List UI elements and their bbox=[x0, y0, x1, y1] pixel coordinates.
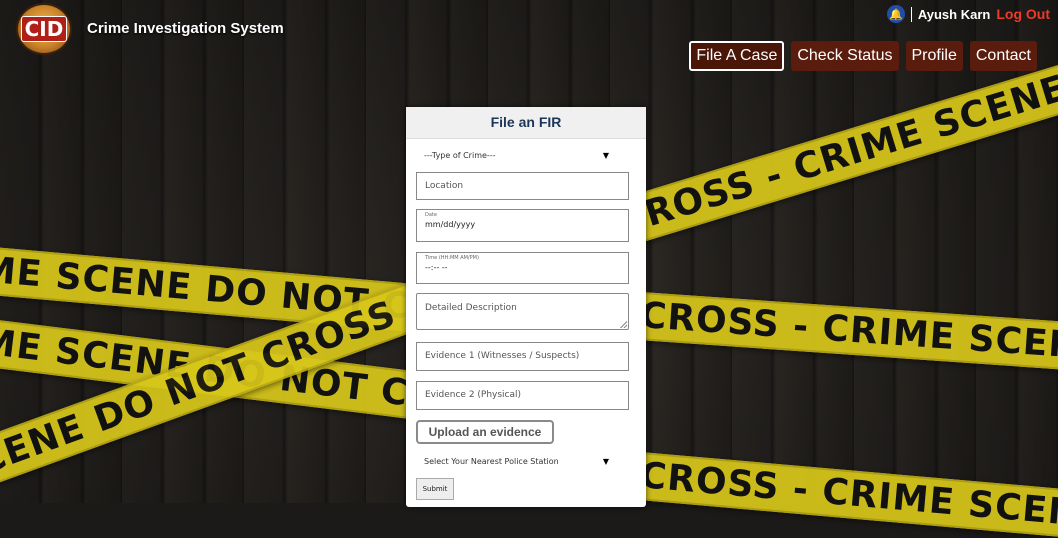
nav-check-status[interactable]: Check Status bbox=[791, 41, 899, 71]
date-label: Date bbox=[425, 212, 437, 218]
crime-type-value: ---Type of Crime--- bbox=[424, 151, 496, 160]
main-nav: File A Case Check Status Profile Contact bbox=[689, 41, 1037, 71]
description-placeholder: Detailed Description bbox=[425, 303, 517, 313]
form-title: File an FIR bbox=[406, 107, 646, 139]
fir-form: File an FIR ---Type of Crime--- ▼ Locati… bbox=[406, 107, 646, 507]
nav-file-a-case[interactable]: File A Case bbox=[689, 41, 785, 71]
logout-link[interactable]: Log Out bbox=[996, 6, 1050, 22]
app-title: Crime Investigation System bbox=[87, 20, 284, 37]
evidence1-placeholder: Evidence 1 (Witnesses / Suspects) bbox=[425, 351, 580, 361]
time-input[interactable]: Time (HH:MM AM/PM) --:-- -- bbox=[416, 252, 629, 284]
user-bar: 🔔 Ayush Karn Log Out bbox=[886, 5, 1050, 23]
time-value: --:-- -- bbox=[425, 263, 448, 272]
location-input[interactable]: Location bbox=[416, 172, 629, 200]
police-station-select[interactable]: Select Your Nearest Police Station ▼ bbox=[416, 451, 627, 473]
date-input[interactable]: Date mm/dd/yyyy bbox=[416, 209, 629, 242]
time-label: Time (HH:MM AM/PM) bbox=[425, 255, 479, 261]
logo-text: CID bbox=[20, 16, 68, 42]
police-station-value: Select Your Nearest Police Station bbox=[424, 457, 559, 466]
evidence2-placeholder: Evidence 2 (Physical) bbox=[425, 390, 522, 400]
evidence2-input[interactable]: Evidence 2 (Physical) bbox=[416, 381, 629, 410]
dropdown-arrow-icon: ▼ bbox=[602, 457, 609, 466]
evidence1-input[interactable]: Evidence 1 (Witnesses / Suspects) bbox=[416, 342, 629, 371]
date-value: mm/dd/yyyy bbox=[425, 220, 476, 229]
username: Ayush Karn bbox=[910, 6, 990, 22]
submit-button[interactable]: Submit bbox=[416, 478, 454, 500]
description-textarea[interactable]: Detailed Description bbox=[416, 293, 629, 330]
nav-profile[interactable]: Profile bbox=[905, 41, 963, 71]
location-placeholder: Location bbox=[425, 181, 464, 191]
upload-evidence-button[interactable]: Upload an evidence bbox=[416, 420, 554, 444]
dropdown-arrow-icon: ▼ bbox=[602, 151, 609, 160]
cid-logo[interactable]: CID bbox=[16, 3, 72, 55]
bell-icon[interactable]: 🔔 bbox=[886, 5, 905, 23]
nav-contact[interactable]: Contact bbox=[969, 41, 1037, 71]
resize-handle-icon[interactable] bbox=[620, 321, 627, 328]
crime-type-select[interactable]: ---Type of Crime--- ▼ bbox=[416, 145, 627, 167]
